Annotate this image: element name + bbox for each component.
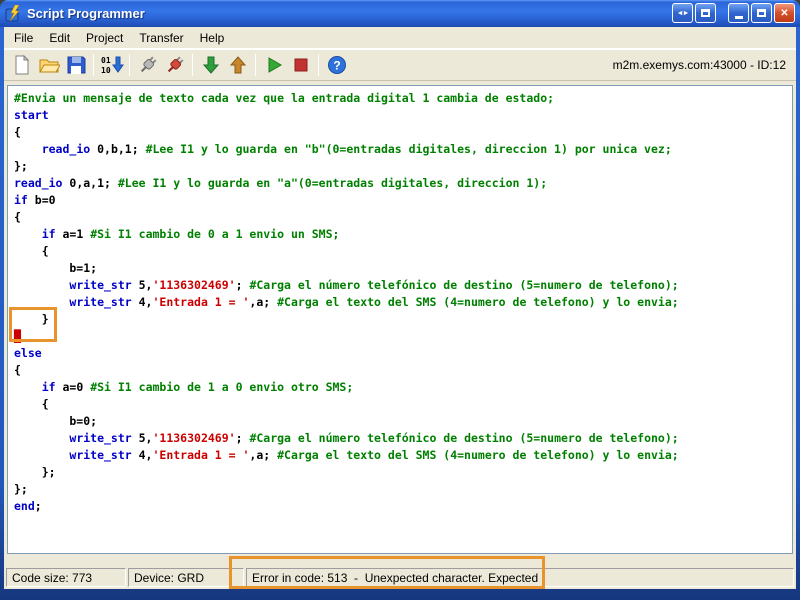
open-folder-icon: [38, 54, 60, 76]
status-error-message: Error in code: 513 - Unexpected characte…: [246, 568, 794, 587]
save-button[interactable]: [62, 52, 89, 79]
status-device: Device: GRD: [128, 568, 244, 587]
toolbar-separator: [93, 54, 94, 76]
download-button[interactable]: [197, 52, 224, 79]
window-pane-button[interactable]: [695, 3, 716, 23]
code-line: };: [14, 158, 786, 175]
help-button[interactable]: ?: [323, 52, 350, 79]
code-line: {: [14, 209, 786, 226]
editor-panel: #Envia un mensaje de texto cada vez que …: [7, 85, 793, 554]
window-pane-icon: [701, 9, 710, 17]
statusbar: Code size: 773 Device: GRD Error in code…: [4, 566, 796, 589]
code-line: write_str 5,'1136302469'; #Carga el núme…: [14, 277, 786, 294]
toolbar-separator: [192, 54, 193, 76]
play-icon: [263, 54, 285, 76]
svg-text:?: ?: [333, 59, 340, 73]
code-line: b=0;: [14, 413, 786, 430]
code-line: write_str 4,'Entrada 1 = ',a; #Carga el …: [14, 294, 786, 311]
compile-button[interactable]: 01 10: [98, 52, 125, 79]
menu-edit[interactable]: Edit: [41, 28, 78, 48]
minimize-icon: [735, 16, 743, 19]
code-line: if a=0 #Si I1 cambio de 1 a 0 envio otro…: [14, 379, 786, 396]
green-down-arrow-icon: [200, 54, 222, 76]
titlebar: Script Programmer ◄► ✕: [0, 0, 800, 27]
restore-icon: [757, 9, 766, 17]
run-button[interactable]: [260, 52, 287, 79]
stop-button[interactable]: [287, 52, 314, 79]
close-x-icon: ✕: [780, 8, 788, 19]
menu-transfer[interactable]: Transfer: [131, 28, 191, 48]
code-line: read_io 0,b,1; #Lee I1 y lo guarda en "b…: [14, 141, 786, 158]
new-button[interactable]: [8, 52, 35, 79]
menu-project[interactable]: Project: [78, 28, 131, 48]
save-floppy-icon: [65, 54, 87, 76]
code-editor[interactable]: #Envia un mensaje de texto cada vez que …: [8, 86, 792, 553]
plug-connect-icon: [137, 54, 159, 76]
code-line: if a=1 #Si I1 cambio de 0 a 1 envio un S…: [14, 226, 786, 243]
connection-status-label: m2m.exemys.com:43000 - ID:12: [613, 58, 792, 72]
code-line: }: [14, 311, 786, 328]
svg-text:01: 01: [101, 56, 111, 65]
menu-file[interactable]: File: [6, 28, 41, 48]
toolbar-separator: [255, 54, 256, 76]
plug-disconnect-icon: [164, 54, 186, 76]
svg-text:10: 10: [101, 66, 111, 75]
code-line: end;: [14, 498, 786, 515]
toolbar-separator: [318, 54, 319, 76]
status-code-size: Code size: 773: [6, 568, 126, 587]
toolbar: 01 10: [4, 49, 796, 81]
code-line: };: [14, 481, 786, 498]
connect-button[interactable]: [134, 52, 161, 79]
code-line: █: [14, 328, 786, 345]
orange-up-arrow-icon: [227, 54, 249, 76]
open-button[interactable]: [35, 52, 62, 79]
code-line: if b=0: [14, 192, 786, 209]
code-line: {: [14, 243, 786, 260]
code-line: read_io 0,a,1; #Lee I1 y lo guarda en "a…: [14, 175, 786, 192]
code-line: #Envia un mensaje de texto cada vez que …: [14, 90, 786, 107]
upload-button[interactable]: [224, 52, 251, 79]
code-line: start: [14, 107, 786, 124]
code-line: write_str 5,'1136302469'; #Carga el núme…: [14, 430, 786, 447]
code-line: else: [14, 345, 786, 362]
code-line: {: [14, 362, 786, 379]
code-line: };: [14, 464, 786, 481]
menu-help[interactable]: Help: [192, 28, 233, 48]
question-mark-icon: ?: [326, 54, 348, 76]
left-right-arrows-icon: ◄►: [677, 10, 689, 17]
app-icon: [5, 5, 22, 22]
error-position-marker: █: [14, 329, 21, 343]
menubar: File Edit Project Transfer Help: [4, 27, 796, 49]
code-line: b=1;: [14, 260, 786, 277]
minimize-button[interactable]: [728, 3, 749, 23]
new-document-icon: [11, 54, 33, 76]
code-line: write_str 4,'Entrada 1 = ',a; #Carga el …: [14, 447, 786, 464]
code-line: {: [14, 124, 786, 141]
close-button[interactable]: ✕: [774, 3, 795, 23]
window-title: Script Programmer: [27, 6, 672, 21]
binary-download-icon: 01 10: [100, 54, 124, 76]
app-window: Script Programmer ◄► ✕ File Edit Project…: [0, 0, 800, 600]
disconnect-button[interactable]: [161, 52, 188, 79]
stop-icon: [290, 54, 312, 76]
code-line: {: [14, 396, 786, 413]
restore-button[interactable]: [751, 3, 772, 23]
toolbar-separator: [129, 54, 130, 76]
nav-arrows-button[interactable]: ◄►: [672, 3, 693, 23]
